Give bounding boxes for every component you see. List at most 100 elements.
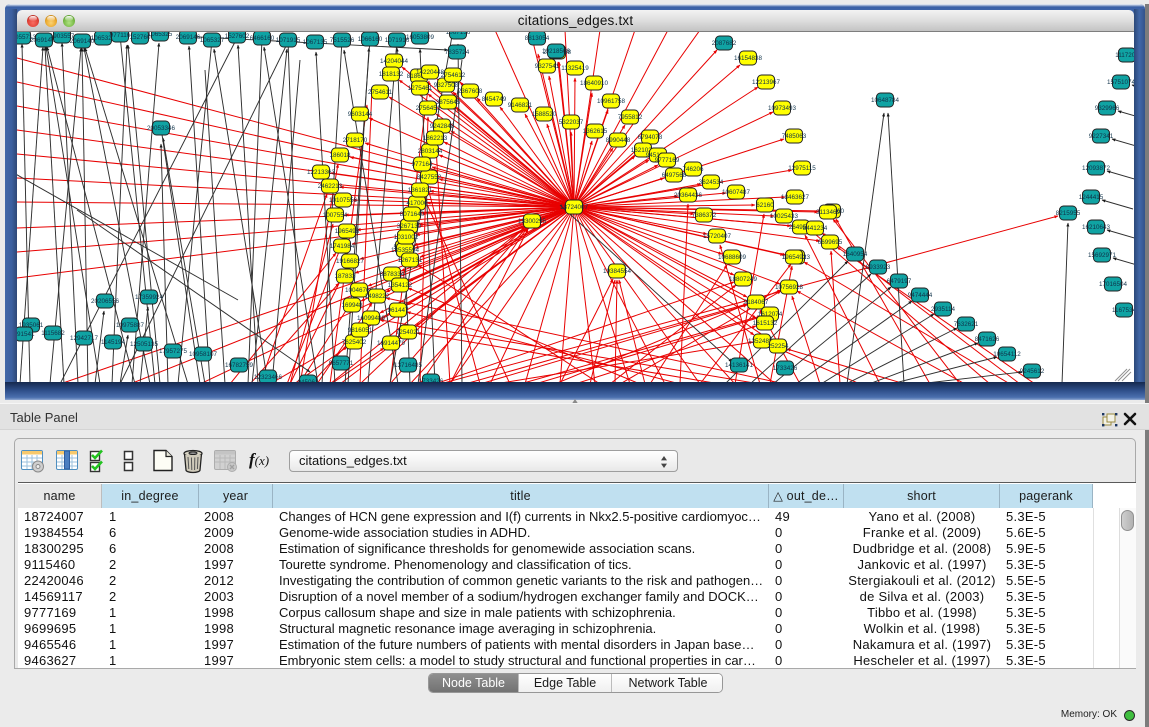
svg-text:9184067: 9184067 [744, 299, 769, 306]
svg-text:1527602: 1527602 [225, 33, 250, 40]
svg-text:15692971: 15692971 [1088, 252, 1117, 259]
svg-text:1733426: 1733426 [419, 378, 444, 382]
svg-text:19384554: 19384554 [603, 268, 632, 275]
svg-text:14136141: 14136141 [725, 362, 754, 369]
svg-text:7632621: 7632621 [954, 321, 979, 328]
svg-text:1862213: 1862213 [423, 135, 448, 142]
svg-text:7386372: 7386372 [692, 212, 717, 219]
svg-text:1361821: 1361821 [408, 187, 433, 194]
svg-text:10107556: 10107556 [329, 197, 358, 204]
svg-text:12213363: 12213363 [307, 169, 336, 176]
svg-text:12505135: 12505135 [130, 341, 159, 348]
svg-text:9327541: 9327541 [535, 63, 560, 70]
svg-text:9329966: 9329966 [1095, 105, 1120, 112]
svg-text:1267131: 1267131 [398, 257, 423, 264]
svg-text:19218506: 19218506 [542, 48, 571, 55]
svg-text:8215955: 8215955 [1056, 210, 1081, 217]
svg-text:16210643: 16210643 [1082, 224, 1111, 231]
svg-text:1640954: 1640954 [843, 251, 868, 258]
svg-text:10025433: 10025433 [770, 213, 799, 220]
svg-text:3267130: 3267130 [397, 223, 422, 230]
svg-text:12093872: 12093872 [1082, 165, 1111, 172]
svg-text:1067136: 1067136 [446, 32, 471, 36]
svg-text:9242848: 9242848 [430, 123, 455, 130]
svg-text:1733426: 1733426 [773, 365, 798, 372]
svg-text:20053346: 20053346 [147, 125, 176, 132]
svg-text:9227341: 9227341 [1089, 133, 1114, 140]
svg-text:20364436: 20364436 [674, 192, 703, 199]
svg-text:7485063: 7485063 [782, 133, 807, 140]
svg-text:8454749: 8454749 [482, 96, 507, 103]
svg-text:6794078: 6794078 [638, 134, 663, 141]
svg-text:1071915: 1071915 [276, 37, 301, 44]
svg-text:16053809: 16053809 [406, 34, 435, 41]
svg-text:2754611: 2754611 [368, 89, 393, 96]
svg-text:977116: 977116 [110, 32, 131, 39]
svg-text:1066160: 1066160 [358, 36, 383, 43]
svg-text:1031002: 1031002 [394, 234, 419, 241]
svg-text:2069146: 2069146 [176, 34, 201, 41]
svg-text:16154838: 16154838 [734, 55, 763, 62]
svg-text:62160: 62160 [756, 202, 774, 209]
svg-text:6699695: 6699695 [818, 239, 843, 246]
svg-text:1354122: 1354122 [388, 282, 413, 289]
svg-text:1498222: 1498222 [365, 293, 390, 300]
svg-text:14220448: 14220448 [416, 69, 445, 76]
svg-text:10756928: 10756928 [775, 284, 804, 291]
svg-text:16782759: 16782759 [225, 362, 254, 369]
svg-text:17016504: 17016504 [1099, 281, 1128, 288]
svg-text:187833: 187833 [334, 273, 356, 280]
svg-text:12213967: 12213967 [752, 79, 781, 86]
svg-text:1067135: 1067135 [303, 39, 328, 46]
svg-text:7515526: 7515526 [330, 37, 355, 44]
svg-text:9327508: 9327508 [434, 82, 459, 89]
svg-text:10973493: 10973493 [768, 105, 797, 112]
svg-text:13716485: 13716485 [394, 362, 423, 369]
svg-text:186018: 186018 [329, 152, 351, 159]
svg-text:252254: 252254 [767, 343, 789, 350]
svg-text:9474444: 9474444 [908, 292, 933, 299]
svg-text:2756451: 2756451 [416, 105, 441, 112]
svg-text:10975887: 10975887 [116, 322, 145, 329]
svg-text:12942717: 12942717 [70, 335, 99, 342]
svg-text:3624534: 3624534 [699, 179, 724, 186]
svg-text:12975115: 12975115 [788, 165, 816, 172]
svg-text:2462213: 2462213 [318, 183, 343, 190]
svg-text:18807249: 18807249 [729, 276, 758, 283]
svg-text:18463627: 18463627 [781, 194, 810, 201]
svg-text:417006: 417006 [406, 200, 428, 207]
svg-text:5322037: 5322037 [559, 119, 584, 126]
svg-text:1362615: 1362615 [583, 128, 608, 135]
svg-text:1965498: 1965498 [335, 228, 360, 235]
svg-text:2803144: 2803144 [418, 148, 443, 155]
svg-text:3113469: 3113469 [816, 209, 841, 216]
svg-text:1818132: 1818132 [379, 71, 404, 78]
svg-text:8427552: 8427552 [417, 174, 442, 181]
svg-text:6497568: 6497568 [662, 172, 687, 179]
svg-text:2935114: 2935114 [931, 306, 956, 313]
svg-text:977164: 977164 [411, 161, 433, 168]
svg-text:1965493: 1965493 [782, 254, 807, 261]
svg-text:1117205: 1117205 [1115, 52, 1134, 59]
svg-text:7625402: 7625402 [342, 339, 367, 346]
svg-text:8471626: 8471626 [975, 336, 1000, 343]
svg-text:1145194: 1145194 [101, 339, 126, 346]
svg-text:18640910: 18640910 [580, 80, 609, 87]
svg-text:8878334: 8878334 [380, 271, 405, 278]
svg-text:10648784: 10648784 [871, 97, 900, 104]
svg-text:2367608: 2367608 [458, 88, 483, 95]
svg-text:1167534: 1167534 [1112, 307, 1134, 314]
svg-text:1065325: 1065325 [148, 32, 173, 38]
svg-text:2087682: 2087682 [712, 40, 737, 47]
svg-text:8813054: 8813054 [525, 35, 550, 42]
svg-text:9245612: 9245612 [1020, 368, 1045, 375]
svg-text:15720407: 15720407 [703, 233, 732, 240]
svg-text:961447: 961447 [387, 307, 409, 314]
svg-text:9146821: 9146821 [508, 102, 533, 109]
svg-text:20206556: 20206556 [91, 298, 120, 305]
svg-text:1615132: 1615132 [753, 320, 778, 327]
svg-text:1065327: 1065327 [200, 37, 225, 44]
svg-text:17359924: 17359924 [135, 294, 164, 301]
svg-text:1741984: 1741984 [330, 243, 355, 250]
svg-text:1007554: 1007554 [323, 212, 348, 219]
